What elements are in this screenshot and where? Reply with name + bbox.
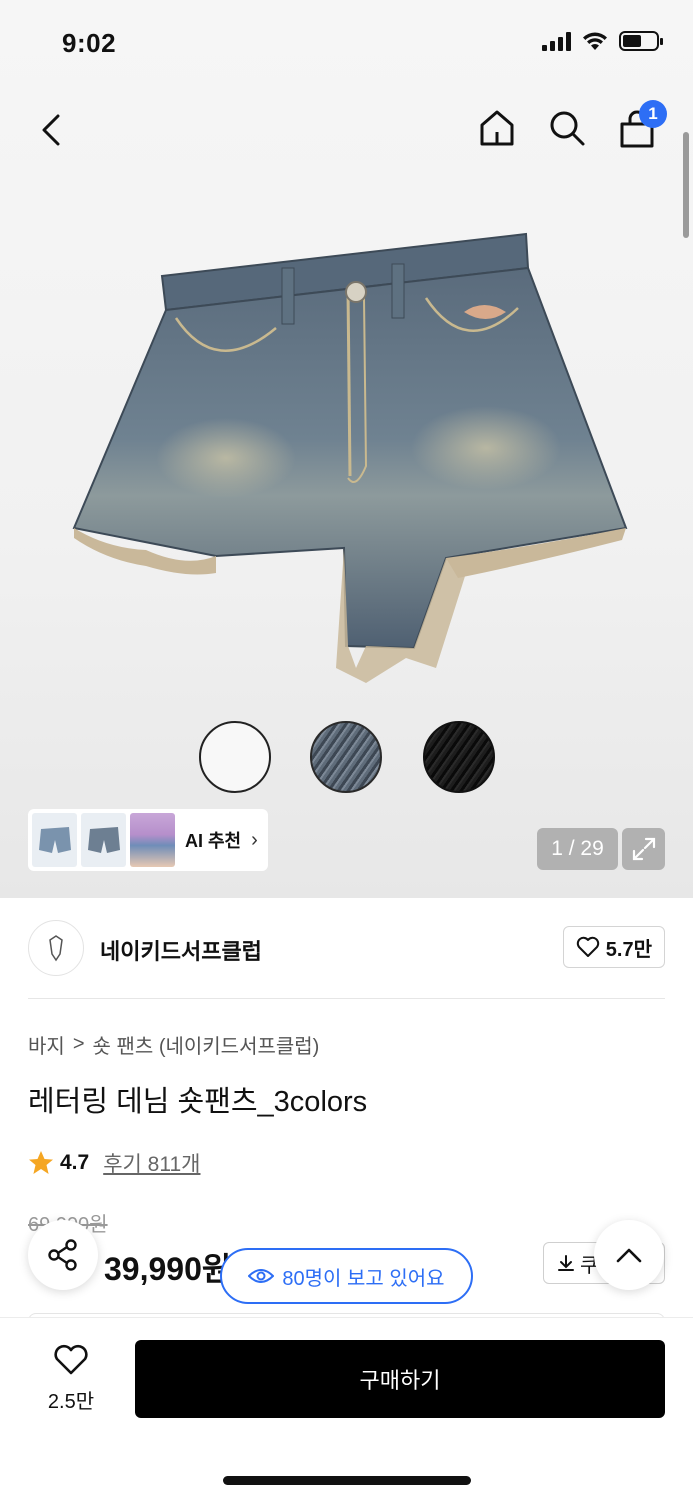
reviews-link[interactable]: 후기 811개 xyxy=(103,1148,200,1178)
scroll-top-button[interactable] xyxy=(594,1220,664,1290)
product-hero: 9:02 1 AI 추천 › 1 / 29 xyxy=(0,0,693,898)
image-counter: 1 / 29 xyxy=(537,828,618,870)
expand-icon xyxy=(632,837,655,861)
product-page: 9:02 1 AI 추천 › 1 / 29 네이키드서프클럽 5.7만 바지 >… xyxy=(0,0,693,1500)
breadcrumb-subcategory[interactable]: 숏 팬츠 (네이키드서프클럽) xyxy=(93,1030,320,1059)
download-icon xyxy=(558,1255,574,1271)
breadcrumb-separator: > xyxy=(72,1033,85,1055)
brand-like-count: 5.7만 xyxy=(605,938,652,961)
home-button[interactable] xyxy=(477,106,517,150)
back-button[interactable] xyxy=(34,110,70,150)
rating-row: 4.7 후기 811개 xyxy=(28,1148,200,1178)
breadcrumb-category[interactable]: 바지 xyxy=(28,1030,65,1059)
brand-name[interactable]: 네이키드서프클럽 xyxy=(100,934,262,966)
chevron-right-icon: › xyxy=(251,828,258,851)
brand-row: 네이키드서프클럽 5.7만 xyxy=(28,920,665,980)
viewer-count-text: 80명이 보고 있어요 xyxy=(282,1267,445,1290)
status-icons xyxy=(542,30,663,52)
nav-actions: 1 xyxy=(477,100,667,150)
color-swatch-denim[interactable] xyxy=(310,721,382,793)
rating-score: 4.7 xyxy=(60,1151,90,1174)
ai-thumb-2 xyxy=(81,813,126,867)
star-icon xyxy=(29,1151,53,1174)
brand-logo[interactable] xyxy=(28,920,84,976)
sale-price: 39,990원 xyxy=(104,1251,232,1287)
battery-icon xyxy=(619,31,663,51)
cart-badge: 1 xyxy=(639,100,667,128)
viewer-count-pill[interactable]: 80명이 보고 있어요 xyxy=(220,1248,473,1304)
scrollbar[interactable] xyxy=(683,132,689,238)
brand-like-button[interactable]: 5.7만 xyxy=(562,926,665,968)
ai-recommend-card[interactable]: AI 추천 › xyxy=(28,809,268,871)
wishlist-button[interactable]: 2.5만 xyxy=(40,1344,102,1414)
ai-recommend-label: AI 추천 xyxy=(185,831,242,851)
home-icon xyxy=(480,110,514,146)
share-icon xyxy=(48,1239,77,1271)
share-button[interactable] xyxy=(28,1220,98,1290)
heart-icon xyxy=(54,1344,88,1375)
search-icon xyxy=(550,111,585,146)
color-swatch-black[interactable] xyxy=(423,721,495,793)
breadcrumb: 바지 > 숏 팬츠 (네이키드서프클럽) xyxy=(28,1030,319,1059)
eye-icon xyxy=(248,1269,275,1283)
chevron-up-icon xyxy=(616,1248,642,1263)
color-swatch-white[interactable] xyxy=(199,721,271,793)
cart-button[interactable]: 1 xyxy=(617,100,667,150)
ai-thumb-3 xyxy=(130,813,175,867)
home-indicator xyxy=(223,1476,471,1485)
signal-icon xyxy=(542,31,571,51)
divider xyxy=(28,998,665,999)
buy-button[interactable]: 구매하기 xyxy=(135,1340,665,1418)
product-title: 레터링 데님 숏팬츠_3colors xyxy=(28,1086,368,1118)
product-image[interactable] xyxy=(66,228,632,696)
wishlist-count: 2.5만 xyxy=(47,1391,95,1413)
search-button[interactable] xyxy=(547,106,587,150)
back-icon xyxy=(42,114,60,146)
wifi-icon xyxy=(583,32,607,50)
expand-button[interactable] xyxy=(622,828,665,870)
ai-thumb-1 xyxy=(32,813,77,867)
heart-icon xyxy=(576,936,599,957)
status-time: 9:02 xyxy=(62,28,117,58)
